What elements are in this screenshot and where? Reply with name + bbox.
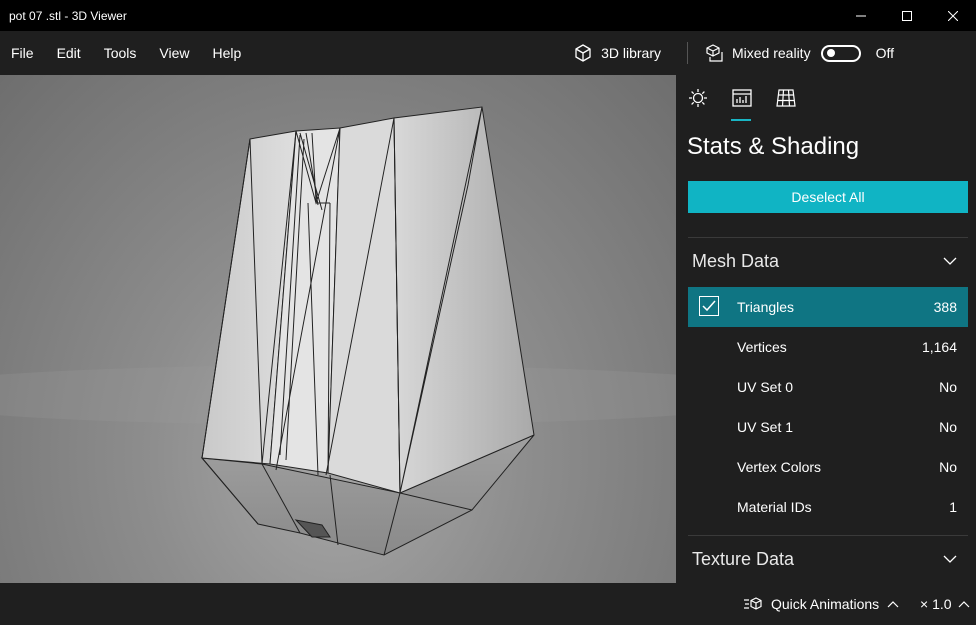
- texture-data-header[interactable]: Texture Data: [688, 537, 968, 581]
- tab-grid[interactable]: [774, 86, 798, 110]
- stat-label: Material IDs: [737, 499, 812, 515]
- chevron-up-icon: [958, 601, 969, 608]
- chevron-up-icon: [887, 601, 899, 608]
- divider: [688, 237, 968, 238]
- status-bar: Quick Animations × 1.0: [0, 583, 976, 625]
- toggle-knob: [826, 49, 835, 57]
- mixed-reality-state: Off: [875, 45, 894, 61]
- stat-label: Vertex Colors: [737, 459, 822, 475]
- mixed-reality-toggle[interactable]: [820, 44, 861, 62]
- panel-title: Stats & Shading: [687, 133, 860, 160]
- stat-row-material-ids[interactable]: Material IDs 1: [688, 487, 968, 527]
- chevron-down-icon: [943, 555, 957, 563]
- animation-icon: [744, 597, 762, 610]
- stat-value: No: [939, 379, 957, 395]
- stat-label: Triangles: [737, 299, 795, 315]
- window-title: pot 07 .stl - 3D Viewer: [9, 8, 127, 23]
- speed-button[interactable]: × 1.0: [920, 596, 970, 612]
- stat-label: UV Set 1: [737, 419, 794, 435]
- 3d-library-button[interactable]: 3D library: [573, 43, 661, 63]
- minimize-button[interactable]: [838, 0, 884, 31]
- stats-icon: [732, 89, 752, 107]
- panel-tabs: [677, 75, 976, 123]
- stat-row-uv-set-0[interactable]: UV Set 0 No: [688, 367, 968, 407]
- stat-row-vertex-colors[interactable]: Vertex Colors No: [688, 447, 968, 487]
- maximize-icon: [902, 10, 912, 21]
- title-bar: pot 07 .stl - 3D Viewer: [0, 0, 976, 31]
- quick-animations-button[interactable]: Quick Animations: [743, 596, 907, 612]
- quick-animations-label: Quick Animations: [771, 596, 880, 612]
- menu-tools[interactable]: Tools: [104, 45, 137, 61]
- stat-row-triangles[interactable]: Triangles 388: [688, 287, 968, 327]
- triangles-checkbox[interactable]: [699, 296, 719, 316]
- speed-label: × 1.0: [920, 596, 952, 612]
- close-button[interactable]: [930, 0, 976, 31]
- grid-icon: [776, 89, 796, 107]
- menu-bar: File Edit Tools View Help 3D library Mix…: [0, 31, 976, 75]
- sun-icon: [689, 89, 707, 107]
- mesh-data-header[interactable]: Mesh Data: [688, 239, 968, 283]
- maximize-button[interactable]: [884, 0, 930, 31]
- mixed-reality-label: Mixed reality: [731, 45, 811, 61]
- mixed-reality-icon: [706, 44, 723, 62]
- 3d-viewport[interactable]: [0, 75, 676, 583]
- 3d-library-label: 3D library: [601, 45, 661, 61]
- divider: [688, 535, 968, 536]
- stat-value: 1: [949, 499, 957, 515]
- texture-data-label: Texture Data: [692, 548, 795, 569]
- menu-view[interactable]: View: [159, 45, 189, 61]
- active-tab-indicator: [731, 119, 751, 121]
- menu-file[interactable]: File: [11, 45, 34, 61]
- close-icon: [948, 10, 958, 21]
- mixed-reality-button[interactable]: Mixed reality: [704, 43, 811, 63]
- stat-value: No: [939, 459, 957, 475]
- stat-value: 1,164: [921, 339, 957, 355]
- menu-edit[interactable]: Edit: [57, 45, 81, 61]
- chevron-down-icon: [943, 257, 957, 265]
- menu-help[interactable]: Help: [212, 45, 241, 61]
- menu-separator: [686, 42, 688, 64]
- stats-panel: Stats & Shading Deselect All Mesh Data T…: [677, 75, 976, 583]
- stat-value: No: [939, 419, 957, 435]
- tab-stats[interactable]: [730, 86, 754, 110]
- checkmark-icon: [702, 300, 716, 312]
- mesh-data-label: Mesh Data: [692, 250, 780, 271]
- stat-label: Vertices: [737, 339, 787, 355]
- stat-value: 388: [933, 299, 957, 315]
- deselect-all-button[interactable]: Deselect All: [688, 181, 968, 213]
- stat-row-uv-set-1[interactable]: UV Set 1 No: [688, 407, 968, 447]
- stat-label: UV Set 0: [737, 379, 794, 395]
- tab-lighting[interactable]: [686, 86, 710, 110]
- minimize-icon: [856, 15, 866, 16]
- cube-icon: [575, 44, 591, 62]
- mesh-render: [0, 106, 676, 556]
- stat-row-vertices[interactable]: Vertices 1,164: [688, 327, 968, 367]
